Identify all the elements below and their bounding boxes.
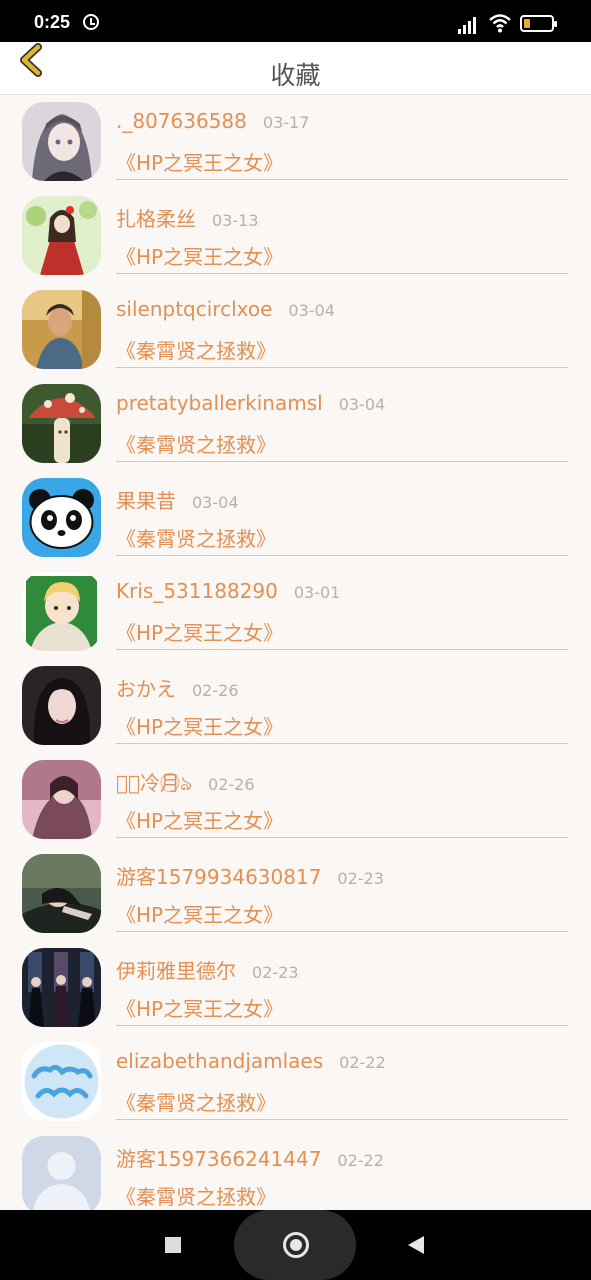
book-title[interactable]: 《秦霄贤之拯救》 — [116, 1087, 276, 1116]
wifi-icon — [489, 14, 511, 33]
dark-group-avatar[interactable] — [22, 948, 101, 1027]
divider — [116, 649, 568, 650]
cartoon-boy-avatar[interactable] — [22, 572, 101, 651]
favorite-date: 02-23 — [252, 963, 299, 982]
divider — [116, 837, 568, 838]
list-item[interactable]: ঌ⃝冷月⃝ঌ 02-26 《HP之冥王之女》 — [0, 753, 591, 847]
divider — [116, 367, 568, 368]
page-title: 收藏 — [270, 61, 321, 90]
user-name: ঌ⃝冷月⃝ঌ 02-26 — [116, 771, 255, 795]
favorite-date: 02-23 — [337, 869, 384, 888]
list-item[interactable]: 果果昔 03-04 《秦霄贤之拯救》 — [0, 471, 591, 565]
favorite-date: 03-17 — [262, 113, 310, 132]
system-nav-bar — [0, 1210, 591, 1280]
user-name: silenptqcirclxoe 03-04 — [116, 297, 335, 321]
battery-icon — [520, 15, 557, 32]
list-item[interactable]: Kris_531188290 03-01 《HP之冥王之女》 — [0, 565, 591, 659]
divider — [116, 931, 568, 932]
favorite-date: 03-04 — [338, 395, 386, 414]
girl-photo-avatar[interactable] — [22, 666, 101, 745]
user-name: elizabethandjamlaes 02-22 — [116, 1049, 386, 1073]
user-name: 扎格柔丝 03-13 — [116, 207, 259, 231]
book-title[interactable]: 《HP之冥王之女》 — [116, 617, 283, 646]
book-title[interactable]: 《HP之冥王之女》 — [116, 711, 283, 740]
list-item[interactable]: pretatyballerkinamsl 03-04 《秦霄贤之拯救》 — [0, 377, 591, 471]
list-item[interactable]: 游客1579934630817 02-23 《HP之冥王之女》 — [0, 847, 591, 941]
divider — [116, 1025, 568, 1026]
user-name: ._807636588 03-17 — [116, 109, 310, 133]
divider — [116, 743, 568, 744]
home-icon[interactable] — [283, 1232, 309, 1258]
divider — [116, 273, 568, 274]
signal-icon — [458, 16, 482, 34]
book-title[interactable]: 《HP之冥王之女》 — [116, 899, 283, 928]
list-item[interactable]: elizabethandjamlaes 02-22 《秦霄贤之拯救》 — [0, 1035, 591, 1129]
flower-girl-avatar[interactable] — [22, 196, 101, 275]
user-name: Kris_531188290 03-01 — [116, 579, 341, 603]
list-item[interactable]: 游客1597366241447 02-22 《秦霄贤之拯救》 — [0, 1129, 591, 1210]
divider — [116, 461, 568, 462]
system-back-icon[interactable] — [408, 1236, 424, 1254]
divider — [116, 179, 568, 180]
book-title[interactable]: 《HP之冥王之女》 — [116, 805, 283, 834]
user-name: 游客1597366241447 02-22 — [116, 1147, 384, 1171]
anime-girl-avatar[interactable] — [22, 102, 101, 181]
favorite-date: 02-22 — [337, 1151, 384, 1170]
favorite-date: 03-01 — [293, 583, 341, 602]
book-title[interactable]: 《HP之冥王之女》 — [116, 993, 283, 1022]
panda-avatar[interactable] — [22, 478, 101, 557]
list-item[interactable]: ._807636588 03-17 《HP之冥王之女》 — [0, 95, 591, 189]
favorite-date: 03-04 — [288, 301, 335, 320]
user-name: 伊莉雅里德尔 02-23 — [116, 959, 299, 983]
divider — [116, 555, 568, 556]
user-name: 果果昔 03-04 — [116, 489, 239, 513]
favorites-list: ._807636588 03-17 《HP之冥王之女》 扎格柔丝 03-13 《HP… — [0, 95, 591, 1210]
favorite-date: 02-26 — [208, 775, 255, 794]
book-title[interactable]: 《秦霄贤之拯救》 — [116, 335, 276, 364]
favorite-date: 03-04 — [192, 493, 239, 512]
user-name: おかえ 02-26 — [116, 677, 239, 701]
favorite-date: 02-26 — [192, 681, 239, 700]
top-bar: 收藏 — [0, 42, 591, 95]
recent-apps-icon[interactable] — [165, 1237, 181, 1253]
user-name: pretatyballerkinamsl 03-04 — [116, 391, 386, 415]
book-title[interactable]: 《HP之冥王之女》 — [116, 147, 283, 176]
list-item[interactable]: 扎格柔丝 03-13 《HP之冥王之女》 — [0, 189, 591, 283]
list-item[interactable]: silenptqcirclxoe 03-04 《秦霄贤之拯救》 — [0, 283, 591, 377]
favorite-date: 03-13 — [212, 211, 259, 230]
status-time: 0:25 — [34, 12, 71, 32]
list-item[interactable]: おかえ 02-26 《HP之冥王之女》 — [0, 659, 591, 753]
book-title[interactable]: 《秦霄贤之拯救》 — [116, 429, 276, 458]
status-bar: 0:25 — [0, 0, 591, 42]
lying-girl-avatar[interactable] — [22, 854, 101, 933]
book-title[interactable]: 《秦霄贤之拯救》 — [116, 1181, 276, 1210]
blue-text-avatar[interactable] — [22, 1042, 101, 1121]
divider — [116, 1119, 568, 1120]
list-item[interactable]: 伊莉雅里德尔 02-23 《HP之冥王之女》 — [0, 941, 591, 1035]
mushroom-avatar[interactable] — [22, 384, 101, 463]
pink-photo-avatar[interactable] — [22, 760, 101, 839]
book-title[interactable]: 《秦霄贤之拯救》 — [116, 523, 276, 552]
boy-photo-avatar[interactable] — [22, 290, 101, 369]
user-name: 游客1579934630817 02-23 — [116, 865, 384, 889]
default-user-avatar[interactable] — [22, 1136, 101, 1210]
book-title[interactable]: 《HP之冥王之女》 — [116, 241, 283, 270]
favorite-date: 02-22 — [339, 1053, 386, 1072]
alarm-icon — [83, 14, 99, 30]
